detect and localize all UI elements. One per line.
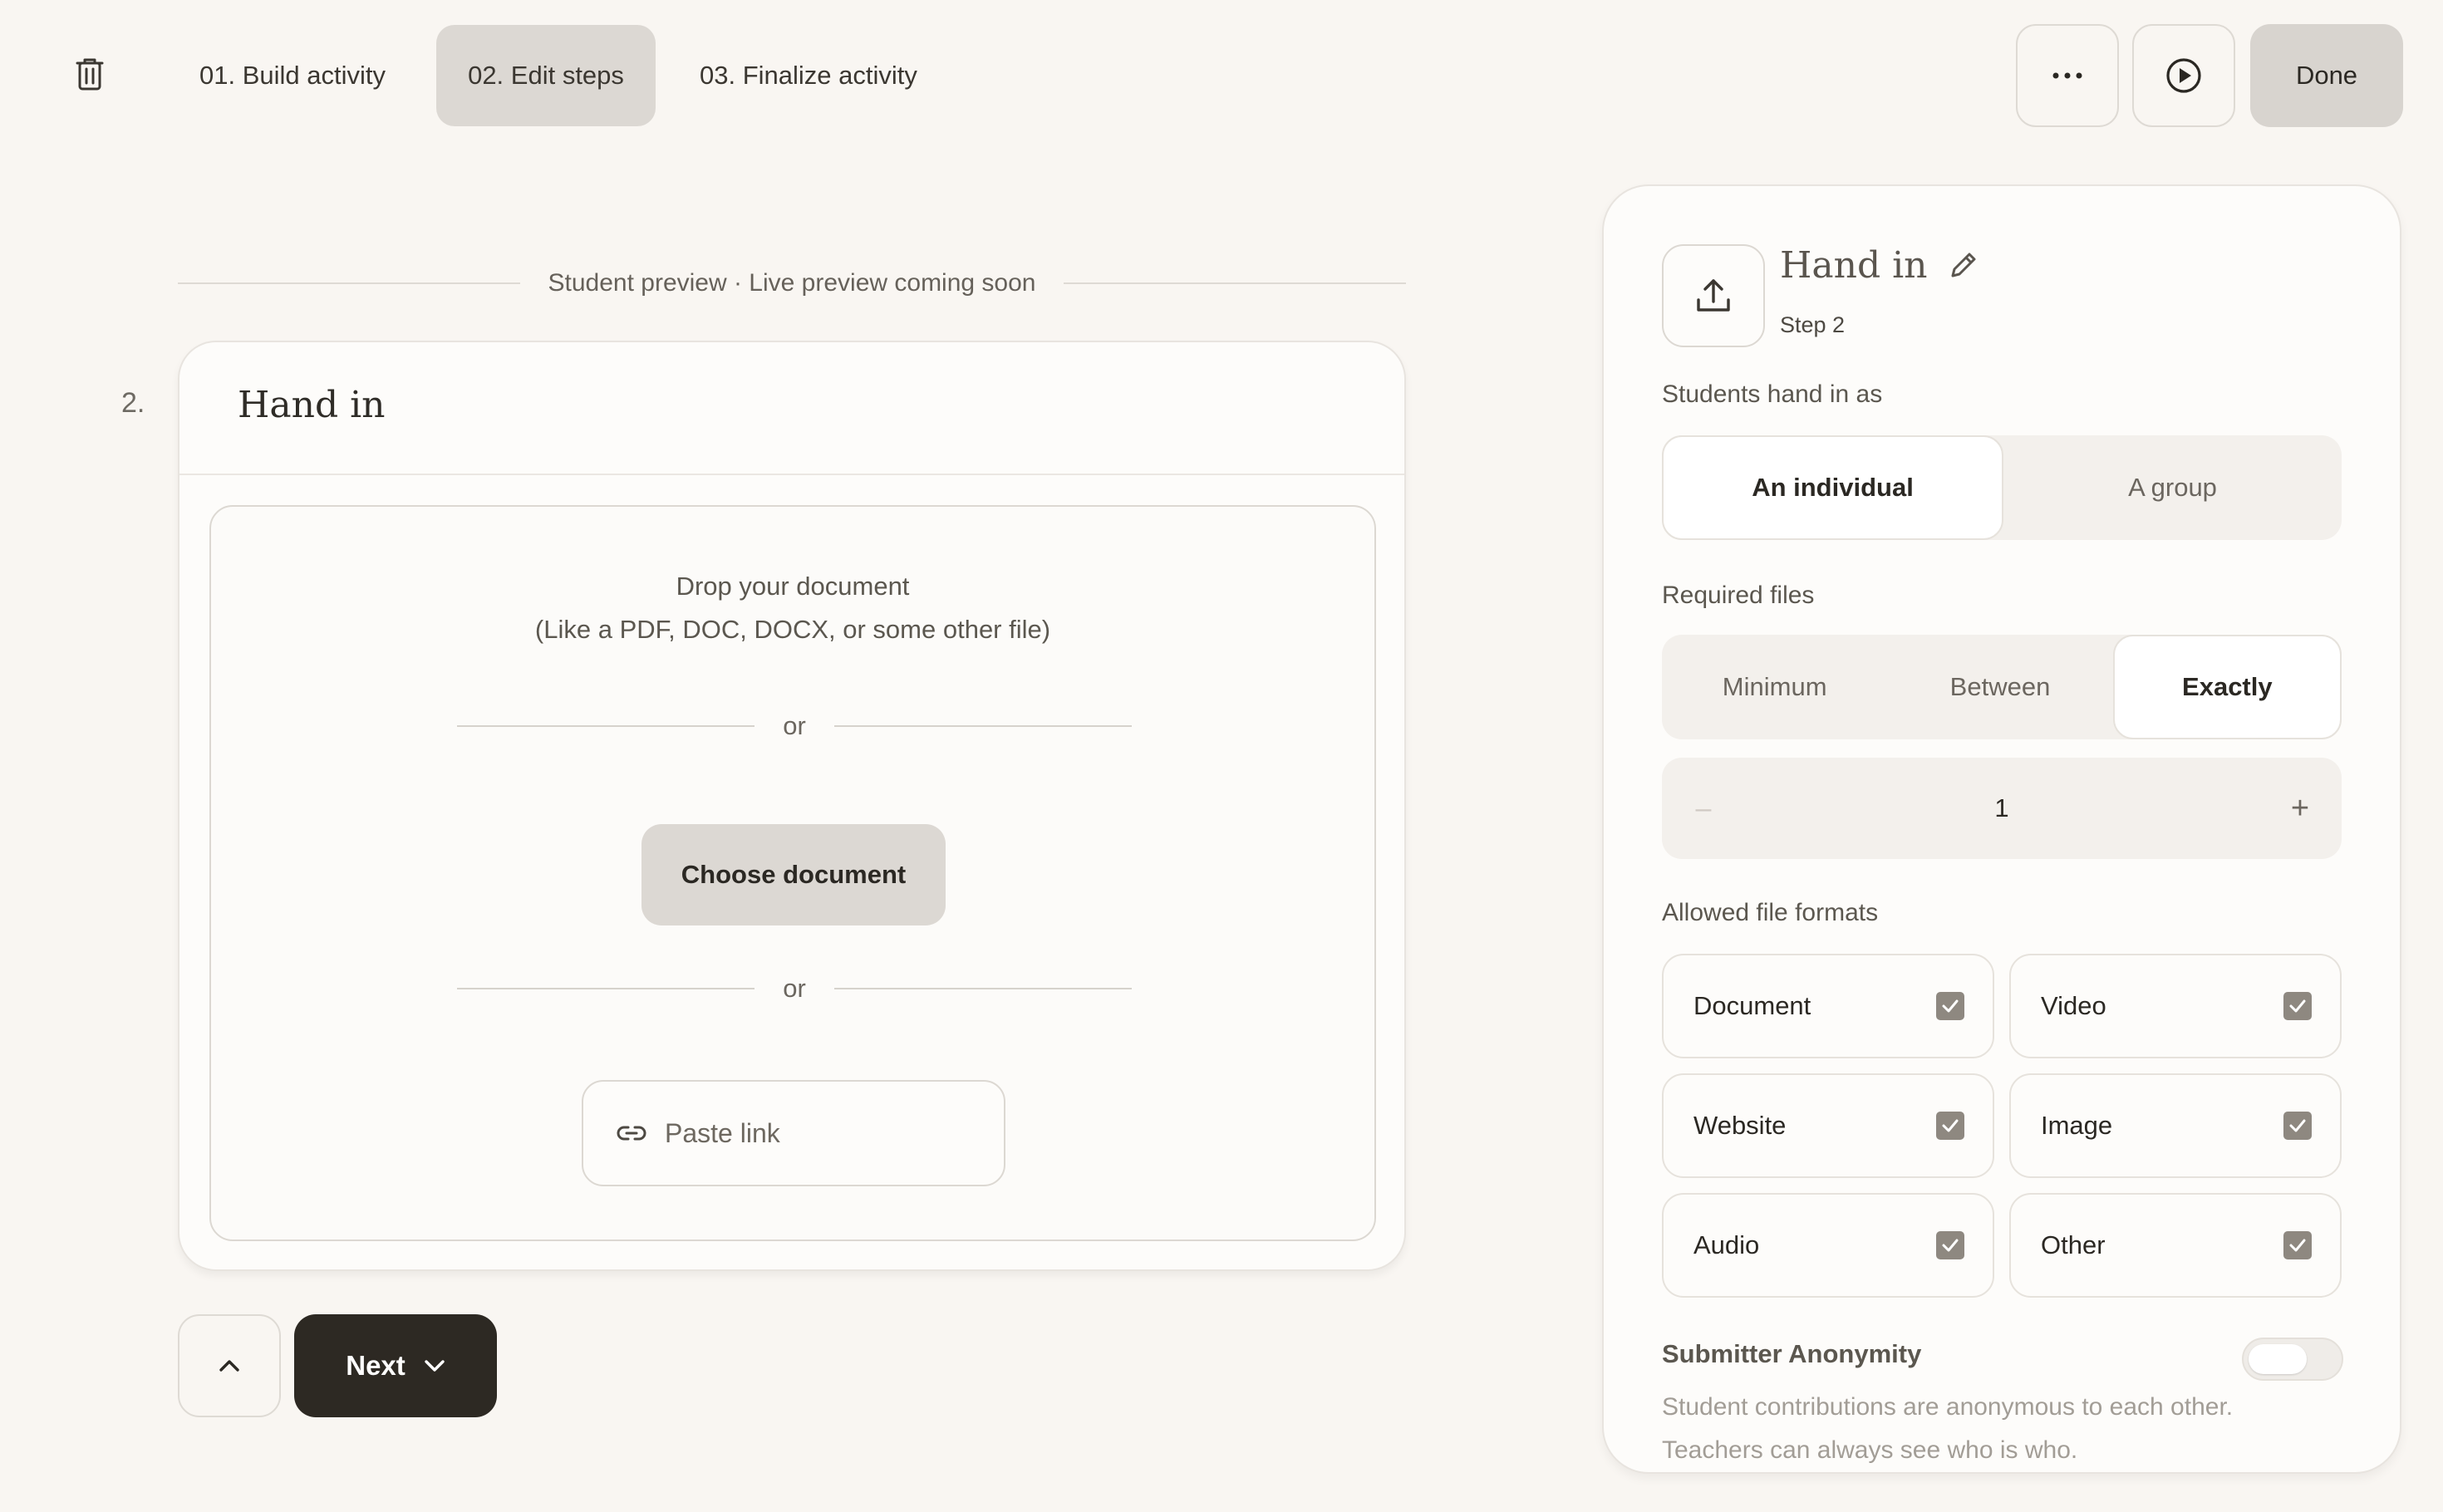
checkbox[interactable] xyxy=(1936,1112,1964,1140)
more-options-button[interactable] xyxy=(2016,24,2119,127)
or-text: or xyxy=(783,974,806,1003)
or-text: or xyxy=(783,711,806,740)
checkbox[interactable] xyxy=(1936,1231,1964,1259)
next-label: Next xyxy=(346,1350,406,1381)
format-label: Other xyxy=(2041,1230,2106,1259)
increment-button[interactable]: + xyxy=(2259,791,2342,827)
tab-finalize-activity[interactable]: 03. Finalize activity xyxy=(671,25,946,126)
pencil-icon[interactable] xyxy=(1946,249,1979,282)
check-icon xyxy=(2289,1119,2306,1132)
check-icon xyxy=(1942,1239,1959,1252)
dropzone-hint: (Like a PDF, DOC, DOCX, or some other fi… xyxy=(534,615,1051,644)
divider xyxy=(457,725,755,727)
step-number: 2. xyxy=(121,387,145,419)
document-dropzone[interactable]: Drop your document (Like a PDF, DOC, DOC… xyxy=(209,505,1376,1241)
done-button[interactable]: Done xyxy=(2250,24,2403,127)
preview-header: Student preview · Live preview coming so… xyxy=(178,264,1406,302)
format-other[interactable]: Other xyxy=(2009,1193,2342,1298)
chevron-up-icon xyxy=(219,1360,239,1372)
delete-button[interactable] xyxy=(66,52,113,98)
check-icon xyxy=(1942,1119,1959,1132)
file-count-stepper: – 1 + xyxy=(1662,758,2342,859)
option-minimum[interactable]: Minimum xyxy=(1662,635,1887,739)
format-document[interactable]: Document xyxy=(1662,954,1994,1058)
checkbox[interactable] xyxy=(2283,1231,2312,1259)
format-website[interactable]: Website xyxy=(1662,1073,1994,1178)
paste-link-placeholder: Paste link xyxy=(665,1117,780,1148)
trash-icon xyxy=(76,58,104,91)
step-title[interactable]: Hand in xyxy=(1780,244,1979,287)
format-label: Audio xyxy=(1693,1230,1760,1259)
decrement-button[interactable]: – xyxy=(1662,793,1745,825)
format-video[interactable]: Video xyxy=(2009,954,2342,1058)
option-individual[interactable]: An individual xyxy=(1662,435,2003,540)
divider xyxy=(1064,282,1406,284)
previous-step-button[interactable] xyxy=(178,1314,281,1417)
required-files-label: Required files xyxy=(1662,582,1815,609)
toggle-knob xyxy=(2249,1344,2307,1374)
or-separator: or xyxy=(457,972,1133,1005)
link-icon xyxy=(617,1126,646,1141)
format-label: Website xyxy=(1693,1111,1787,1140)
anonymity-description: Student contributions are anonymous to e… xyxy=(1662,1393,2234,1464)
check-icon xyxy=(2289,1239,2306,1252)
preview-header-text: Student preview · Live preview coming so… xyxy=(548,269,1036,297)
format-label: Document xyxy=(1693,991,1811,1020)
paste-link-input[interactable]: Paste link xyxy=(582,1080,1005,1186)
top-bar: 01. Build activity 02. Edit steps 03. Fi… xyxy=(0,0,2443,150)
preview-play-button[interactable] xyxy=(2132,24,2235,127)
format-audio[interactable]: Audio xyxy=(1662,1193,1994,1298)
step-type-icon-box xyxy=(1662,244,1765,347)
preview-card: Hand in Drop your document (Like a PDF, … xyxy=(178,341,1406,1271)
option-between[interactable]: Between xyxy=(1887,635,2112,739)
card-title: Hand in xyxy=(238,384,386,426)
tab-build-activity[interactable]: 01. Build activity xyxy=(171,25,414,126)
dropzone-title: Drop your document xyxy=(676,572,910,601)
required-files-toggle: Minimum Between Exactly xyxy=(1662,635,2342,739)
checkbox[interactable] xyxy=(2283,1112,2312,1140)
play-icon xyxy=(2166,58,2201,93)
checkbox[interactable] xyxy=(2283,992,2312,1020)
divider xyxy=(833,725,1133,727)
anonymity-label: Submitter Anonymity xyxy=(1662,1339,1922,1368)
format-label: Image xyxy=(2041,1111,2113,1140)
divider xyxy=(833,988,1133,989)
check-icon xyxy=(1942,999,1959,1013)
format-label: Video xyxy=(2041,991,2106,1020)
next-step-button[interactable]: Next xyxy=(294,1314,497,1417)
divider xyxy=(179,474,1404,475)
or-separator: or xyxy=(457,709,1133,743)
check-icon xyxy=(2289,999,2306,1013)
step-subtitle: Step 2 xyxy=(1780,312,1846,337)
file-count-value[interactable]: 1 xyxy=(1745,793,2259,823)
divider xyxy=(457,988,755,989)
allowed-formats-label: Allowed file formats xyxy=(1662,899,1879,926)
hand-in-toggle: An individual A group xyxy=(1662,435,2342,540)
step-title-text: Hand in xyxy=(1780,244,1928,287)
tab-edit-steps[interactable]: 02. Edit steps xyxy=(436,25,656,126)
option-exactly[interactable]: Exactly xyxy=(2112,635,2342,739)
more-horizontal-icon xyxy=(2052,72,2082,79)
checkbox[interactable] xyxy=(1936,992,1964,1020)
chevron-down-icon xyxy=(425,1360,445,1372)
anonymity-toggle[interactable] xyxy=(2242,1338,2343,1381)
step-settings-panel: Hand in Step 2 Students hand in as An in… xyxy=(1602,184,2401,1474)
upload-icon xyxy=(1697,279,1730,312)
divider xyxy=(178,282,520,284)
choose-document-button[interactable]: Choose document xyxy=(641,824,946,925)
option-group[interactable]: A group xyxy=(2003,435,2342,540)
format-image[interactable]: Image xyxy=(2009,1073,2342,1178)
hand-in-label: Students hand in as xyxy=(1662,380,1883,408)
